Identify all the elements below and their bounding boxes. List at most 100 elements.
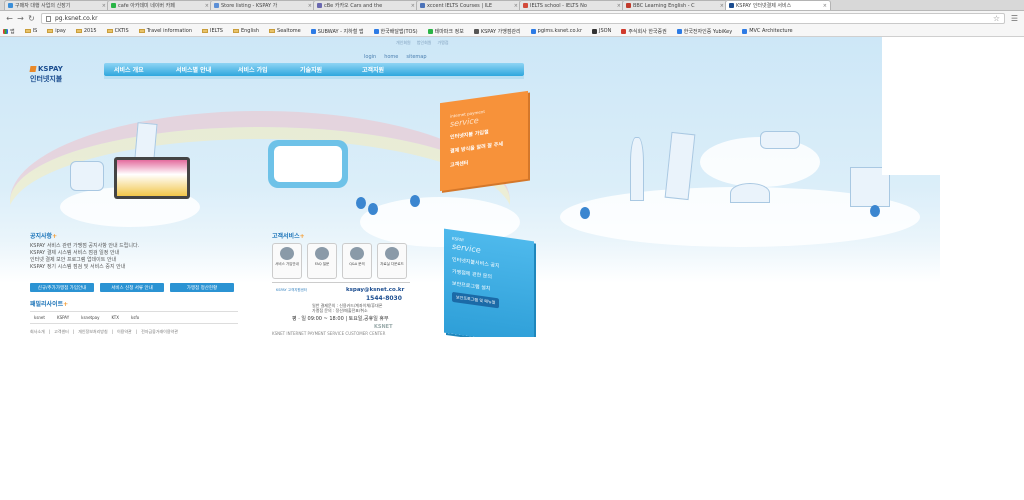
browser-tab[interactable]: BBC Learning English - C × <box>622 0 728 10</box>
close-icon[interactable]: × <box>102 3 106 9</box>
bookmark-item[interactable]: KSPAY 가맹점관리 <box>473 28 521 35</box>
browser-tab[interactable]: IELTS school - IELTS No × <box>519 0 625 10</box>
family-logo[interactable]: ksfo <box>131 315 139 320</box>
browser-tab[interactable]: cBe 카카오 Cars and the × <box>313 0 419 10</box>
gnb-service-guide[interactable]: 서비스별 안내 <box>176 65 238 74</box>
signup-guide-button[interactable]: 신규/추가가맹점 가입안내 <box>30 283 94 292</box>
browser-tab[interactable]: KSPAY 인터넷결제 서비스 × <box>725 0 831 10</box>
sub-link[interactable]: 가맹점 <box>437 40 448 46</box>
tab-label: cBe 카카오 Cars and the <box>324 3 383 9</box>
bookmark-item[interactable]: JSON <box>592 28 611 34</box>
folder-icon <box>106 29 113 33</box>
white-gap <box>882 37 940 175</box>
browser-tab[interactable]: xccent IELTS Courses | ILE × <box>416 0 522 10</box>
browser-tab[interactable]: 구매자 대행 사업의 신장기 × <box>4 0 110 10</box>
sub-link[interactable]: 법인회원 <box>417 40 432 46</box>
bookmark-item[interactable]: IS <box>24 28 37 34</box>
bookmark-item[interactable]: pgims.ksnet.co.kr <box>530 28 582 34</box>
blue-menu-item[interactable]: 인터넷지불서비스 공지 <box>452 256 500 270</box>
car-illustration <box>70 161 104 191</box>
orange-menu-item[interactable]: 결제 방식을 알려 잘 주세 <box>450 140 503 154</box>
bookmark-item[interactable]: 주식회사 한국증권 <box>621 28 667 35</box>
close-icon[interactable]: × <box>514 3 518 9</box>
close-icon[interactable]: × <box>308 3 312 9</box>
bookmark-item[interactable]: IELTS <box>202 28 223 34</box>
footer-link[interactable]: 전자금융거래이용약관 <box>141 329 178 335</box>
bookmark-item[interactable]: 앱 <box>3 28 15 35</box>
cs-download-button[interactable]: 자료실 다운로드 <box>377 243 407 279</box>
footer-link[interactable]: 고객센터 <box>54 329 69 335</box>
bookmark-label: CKTIS <box>114 28 129 34</box>
cs-email[interactable]: kspay@ksnet.co.kr <box>346 287 404 293</box>
bookmark-item[interactable]: MVC Architecture <box>742 28 793 34</box>
kspay-logo[interactable]: KSPAY 인터넷지불 <box>29 65 63 84</box>
bookmark-item[interactable]: Sealtome <box>269 28 301 34</box>
favicon-icon <box>420 3 425 8</box>
footer-link[interactable]: 회사소개 <box>30 329 45 335</box>
gnb-service-overview[interactable]: 서비스 개요 <box>114 65 176 74</box>
gnb-customer-support[interactable]: 고객지원 <box>362 65 424 74</box>
back-icon[interactable]: ← <box>4 13 15 24</box>
favicon-icon <box>8 3 13 8</box>
bookmark-label: Sealtome <box>277 28 301 34</box>
notice-item[interactable]: KSPAY 정기 시스템 점검 및 서비스 중지 안내 <box>30 264 240 271</box>
blue-menu-item[interactable]: 가맹점에 관한 문의 <box>452 268 492 281</box>
forward-icon[interactable]: → <box>15 13 26 24</box>
notice-item[interactable]: 인터넷 결제 보안 프로그램 업데이트 안내 <box>30 257 240 264</box>
bookmark-item[interactable]: 2015 <box>75 28 97 34</box>
bookmark-item[interactable]: 한국전자인증 YubiKey <box>676 28 732 35</box>
bookmark-label: 한국배달앱(TOS) <box>380 28 418 35</box>
tree-illustration <box>368 203 378 215</box>
sitemap-link[interactable]: sitemap <box>406 54 426 60</box>
browser-tab[interactable]: cafe 아카데미 네이버 카페 × <box>107 0 213 10</box>
reload-icon[interactable]: ↻ <box>26 13 37 24</box>
notice-item[interactable]: KSPAY 서비스 관련 가맹점 공지사항 안내 드립니다. <box>30 243 240 250</box>
bookmark-item[interactable]: CKTIS <box>106 28 129 34</box>
menu-icon[interactable]: ☰ <box>1009 13 1020 24</box>
orange-menu-item[interactable]: 고객센터 <box>450 159 468 169</box>
browser-tab[interactable]: Store listing - KSPAY 가 × <box>210 0 316 10</box>
cs-qna-button[interactable]: Q&A 문의 <box>342 243 372 279</box>
footer-link[interactable]: 이용약관 <box>117 329 132 335</box>
cs-title: 고객서비스 <box>272 233 300 240</box>
bookmark-item[interactable]: 한국배달앱(TOS) <box>373 28 418 35</box>
login-link[interactable]: login <box>364 54 376 60</box>
blue-menu-item[interactable]: 보안프로그램 설치 <box>452 280 490 292</box>
blue-title: service <box>452 241 481 255</box>
family-logo[interactable]: ksnet <box>34 315 45 320</box>
family-logo[interactable]: KTX <box>111 315 119 320</box>
notice-item[interactable]: KSPAY 결제 시스템 서비스 점검 일정 안내 <box>30 250 240 257</box>
gnb-service-signup[interactable]: 서비스 가입 <box>238 65 300 74</box>
close-icon[interactable]: × <box>617 3 621 9</box>
address-bar[interactable]: pg.ksnet.co.kr ☆ <box>41 13 1005 24</box>
cs-faq-button[interactable]: FAQ 질문 <box>307 243 337 279</box>
home-link[interactable]: home <box>384 54 398 60</box>
close-icon[interactable]: × <box>411 3 415 9</box>
bookmark-item[interactable]: Travel information <box>138 28 192 34</box>
bookmark-star-icon[interactable]: ☆ <box>993 14 1000 23</box>
eiffel-tower-illustration <box>630 137 644 201</box>
plus-icon[interactable]: + <box>63 301 68 308</box>
sub-link[interactable]: 개인회원 <box>396 40 411 46</box>
family-logo[interactable]: ksnetpay <box>81 315 99 320</box>
cs-signup-button[interactable]: 서비스 가입안내 <box>272 243 302 279</box>
gnb-tech-support[interactable]: 기술지원 <box>300 65 362 74</box>
leaning-tower-illustration <box>134 122 158 160</box>
plus-icon[interactable]: + <box>52 233 57 240</box>
close-icon[interactable]: × <box>823 3 827 9</box>
close-icon[interactable]: × <box>720 3 724 9</box>
bookmark-item[interactable]: 테마파크 정보 <box>427 28 464 35</box>
security-manual-button[interactable]: 보안프로그램 및 매뉴얼 <box>452 291 500 309</box>
documents-guide-button[interactable]: 서비스 신청 서류 안내 <box>100 283 164 292</box>
footer-link[interactable]: 개인정보처리방침 <box>78 329 107 335</box>
bookmark-label: 2015 <box>83 28 97 34</box>
bookmark-item[interactable]: ipay <box>47 28 66 34</box>
family-logo[interactable]: KSPAY <box>57 315 69 320</box>
settlement-button[interactable]: 가맹점 정산현황 <box>170 283 234 292</box>
bookmark-item[interactable]: English <box>232 28 259 34</box>
close-icon[interactable]: × <box>205 3 209 9</box>
cs-small-label: KSPAY 고객지원센터 <box>276 288 308 292</box>
plus-icon[interactable]: + <box>300 233 305 240</box>
bookmark-item[interactable]: SUBWAY - 지하철 앱 <box>310 28 364 35</box>
orange-menu-item[interactable]: 인터넷지불 가입절 <box>450 128 489 140</box>
